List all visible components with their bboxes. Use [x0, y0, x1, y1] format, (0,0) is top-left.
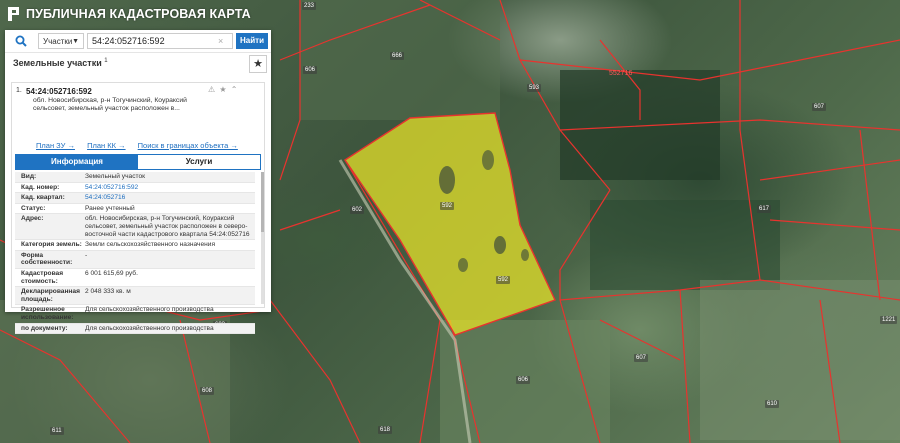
map-label: 610: [765, 400, 780, 408]
attr-value: -: [85, 251, 88, 259]
app-header: ПУБЛИЧНАЯ КАДАСТРОВАЯ КАРТА: [0, 0, 280, 28]
rosreestr-logo-icon: [8, 7, 19, 21]
search-bar: Участки ▼ × Найти: [5, 30, 271, 53]
table-row: Разрешенное использование: Для сельскохоз…: [15, 305, 255, 324]
table-row: Декларированная площадь: 2 048 333 кв. м: [15, 287, 255, 306]
map-label: 666: [390, 52, 405, 60]
favorite-star-button[interactable]: ★: [249, 55, 267, 73]
attr-value: Ранее учтенный: [85, 204, 135, 212]
map-label: 233: [302, 2, 317, 10]
search-panel: Участки ▼ × Найти Земельные участки 1 ★ …: [5, 30, 271, 335]
attr-value: Земельный участок: [85, 173, 146, 180]
attr-key: Кад. квартал:: [21, 194, 65, 202]
table-row: Вид: Земельный участок: [15, 172, 255, 183]
attributes-table: Вид: Земельный участок Кад. номер: 54:24:0…: [15, 172, 255, 335]
attr-key: Разрешенное использование:: [21, 306, 74, 321]
result-address: обл. Новосибирская, р-н Тогучинский, Коу…: [33, 97, 187, 112]
app-title: ПУБЛИЧНАЯ КАДАСТРОВАЯ КАРТА: [26, 7, 251, 21]
map-label: 592: [440, 202, 455, 210]
search-input[interactable]: [87, 33, 233, 49]
map-label: 593: [527, 84, 542, 92]
tab-services[interactable]: Услуги: [138, 155, 260, 169]
attr-value: 6 001 615,69 руб.: [85, 269, 138, 277]
attr-value: Для сельскохозяйственного производства: [85, 324, 214, 332]
section-title: Земельные участки 1: [13, 58, 108, 68]
map-label: 607: [812, 103, 827, 111]
map-label: 602: [350, 206, 365, 214]
result-count: 1: [104, 58, 108, 64]
chevron-down-icon: ▼: [72, 38, 79, 45]
result-action-icons[interactable]: ⚠ ★ ⌃: [208, 85, 239, 94]
search-type-select[interactable]: Участки ▼: [38, 33, 84, 49]
map-label: 611: [50, 427, 64, 435]
result-tabs: Информация Услуги: [15, 154, 261, 170]
attr-key: Вид:: [21, 173, 37, 180]
table-row: Кад. квартал: 54:24:052716: [15, 193, 255, 204]
section-title-text: Земельные участки: [13, 58, 102, 68]
table-row: Категория земель: Земли сельскохозяйствен…: [15, 240, 255, 251]
attr-key: Категория земель:: [21, 241, 82, 249]
attr-value-link[interactable]: 54:24:052716: [85, 194, 255, 202]
result-number: 1.: [16, 87, 22, 94]
map-label: 617: [757, 205, 772, 213]
attr-key: Статус:: [21, 204, 46, 212]
attr-key: Декларированная площадь:: [21, 288, 80, 303]
find-button[interactable]: Найти: [236, 33, 268, 49]
attr-value-link[interactable]: 54:24:052716:592: [85, 184, 255, 192]
table-row: Форма собственности: -: [15, 250, 255, 269]
attr-value: обл. Новосибирская, р-н Тогучинский, Коу…: [85, 215, 250, 238]
attr-key: Форма собственности:: [21, 251, 73, 267]
attr-value: Для сельскохозяйственного производства: [85, 306, 214, 314]
scrollbar-thumb[interactable]: [261, 172, 264, 232]
tab-info[interactable]: Информация: [16, 155, 138, 169]
result-card: 1. 54:24:052716:592 ⚠ ★ ⌃ обл. Новосибир…: [11, 82, 265, 335]
attr-value: Земли сельскохозяйственного назначения: [85, 241, 216, 249]
attr-value: 2 048 333 кв. м: [85, 288, 131, 296]
clear-icon[interactable]: ×: [218, 33, 223, 49]
plan-kk-link[interactable]: План КК →: [87, 141, 126, 150]
table-row: Кад. номер: 54:24:052716:592: [15, 183, 255, 194]
attr-key: Кад. номер:: [21, 183, 60, 191]
map-label-quarter: 552716: [609, 70, 633, 77]
table-scrollbar[interactable]: [261, 172, 264, 304]
table-row: Кадастровая стоимость: 6 001 615,69 руб.: [15, 269, 255, 288]
table-row: Статус: Ранее учтенный: [15, 204, 255, 215]
map-label: 618: [378, 426, 393, 434]
map-label: 607: [634, 354, 649, 362]
result-links: План ЗУ → План КК → Поиск в границах объ…: [36, 141, 248, 150]
result-cadastral-id[interactable]: 54:24:052716:592: [26, 87, 92, 96]
attr-key: по документу:: [21, 324, 68, 332]
search-in-bounds-link[interactable]: Поиск в границах объекта →: [138, 141, 238, 150]
map-label: 592: [496, 276, 511, 284]
search-icon[interactable]: [15, 35, 27, 47]
table-row: Адрес: обл. Новосибирская, р-н Тогучински…: [15, 214, 255, 241]
search-type-label: Участки: [43, 37, 73, 46]
table-row: по документу: Для сельскохозяйственного п…: [15, 323, 255, 335]
map-label: 606: [303, 66, 318, 74]
attr-key: Кадастровая стоимость:: [21, 269, 64, 285]
attr-key: Адрес:: [21, 215, 44, 223]
map-label: 608: [200, 387, 215, 395]
plan-zu-link[interactable]: План ЗУ →: [36, 141, 75, 150]
map-label: 606: [516, 376, 531, 384]
map-label: 1221: [880, 316, 898, 324]
